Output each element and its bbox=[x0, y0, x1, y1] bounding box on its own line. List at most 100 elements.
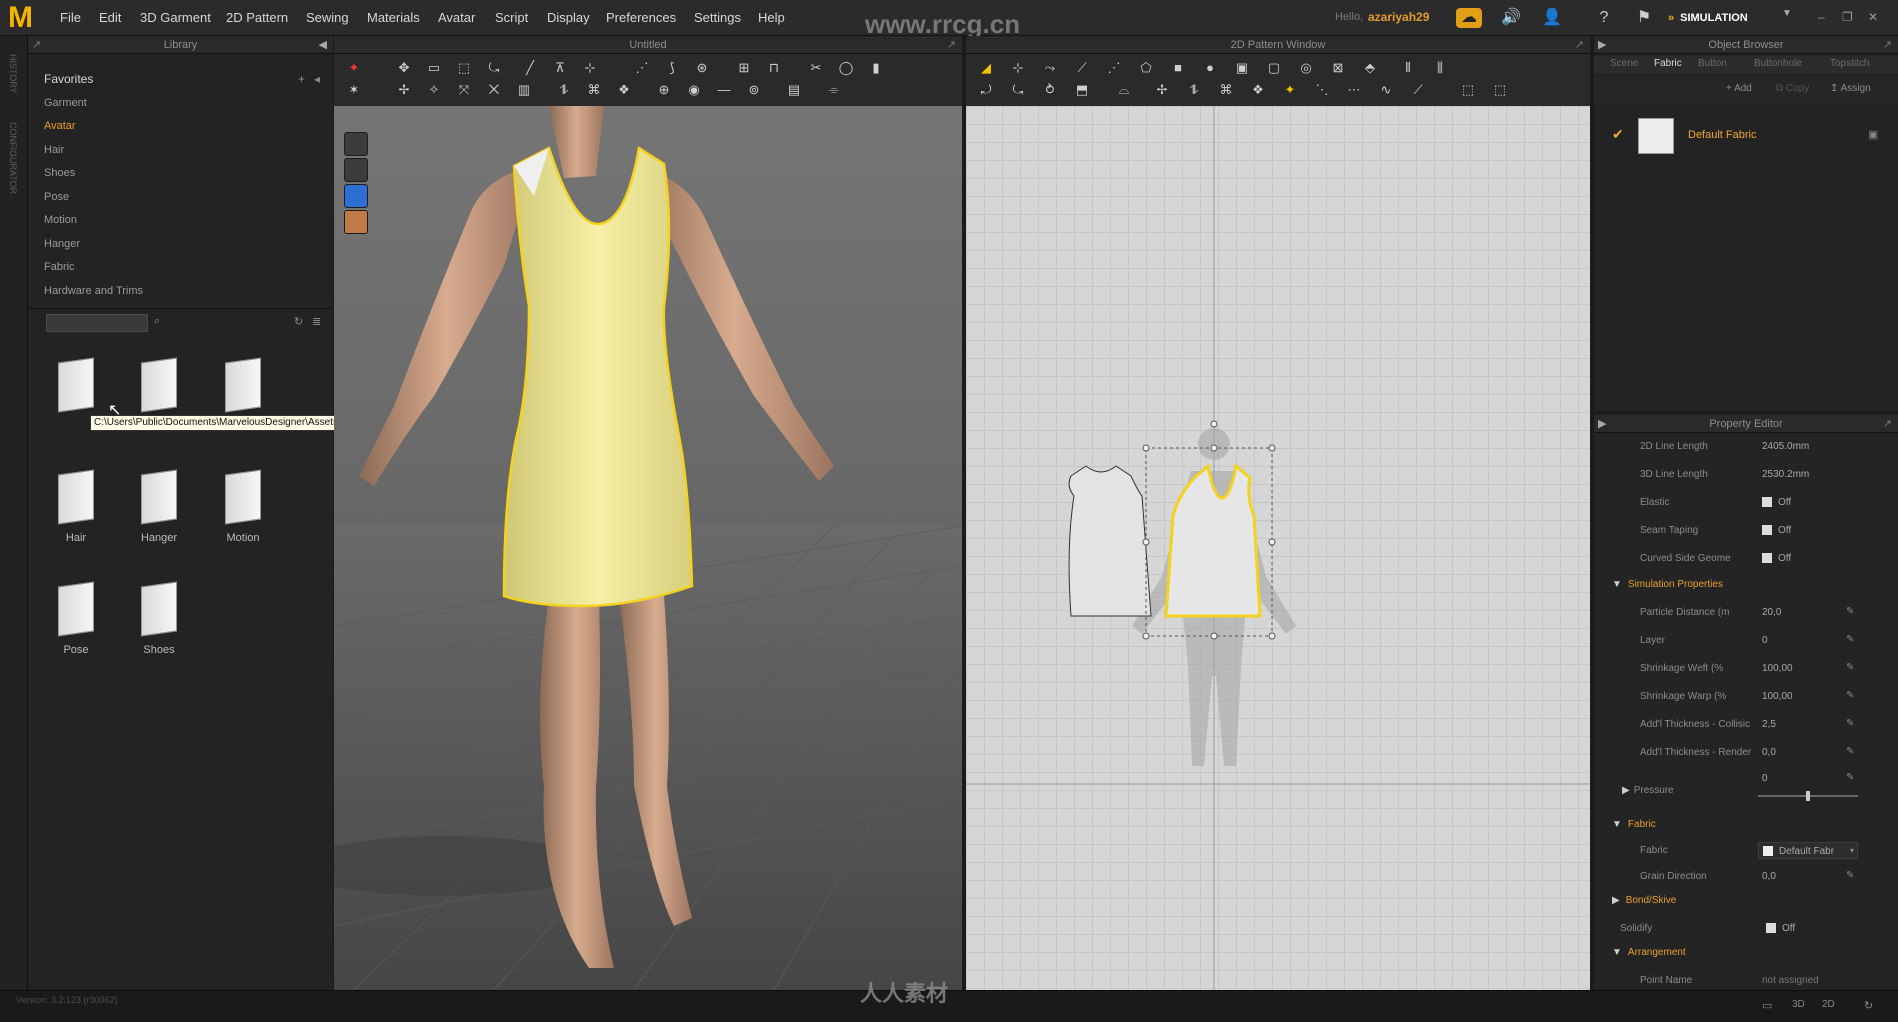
checkbox[interactable] bbox=[1766, 923, 1776, 934]
library-item-pose[interactable]: Pose bbox=[44, 186, 324, 210]
list-view-icon[interactable]: ≣ bbox=[312, 315, 321, 328]
folder-motion[interactable]: Motion bbox=[213, 469, 273, 562]
texture-icon[interactable]: ⌘ bbox=[586, 82, 602, 98]
fold-pleat-icon[interactable]: ⫼ bbox=[1432, 60, 1448, 76]
section-bond-skive[interactable]: ▶ Bond/Skive bbox=[1612, 895, 1676, 906]
seam-allowance-icon[interactable]: ⤾ bbox=[978, 82, 994, 98]
select-icon[interactable]: ✥ bbox=[396, 60, 412, 76]
refresh-icon[interactable]: ↻ bbox=[1864, 999, 1873, 1012]
prop-value[interactable]: 2,5 bbox=[1762, 719, 1776, 730]
history-tab[interactable]: HISTORY bbox=[8, 54, 18, 94]
texture-2d-icon[interactable]: ⌘ bbox=[1218, 82, 1234, 98]
segment-sewing-icon[interactable]: ⌓ bbox=[1116, 82, 1132, 98]
pressure-slider-thumb[interactable] bbox=[1806, 791, 1810, 801]
collapse-arrow-icon[interactable]: ◀ bbox=[319, 36, 327, 54]
speaker-icon[interactable]: 🔊 bbox=[1501, 8, 1521, 28]
fabric-select[interactable]: Default Fabr ▾ bbox=[1758, 842, 1858, 859]
record-icon[interactable]: ▤ bbox=[786, 82, 802, 98]
library-item-motion[interactable]: Motion bbox=[44, 209, 324, 233]
menu-materials[interactable]: Materials bbox=[367, 10, 420, 25]
zipper-icon[interactable]: ⊞ bbox=[736, 60, 752, 76]
arrange-pattern-icon[interactable]: ⤿ bbox=[1010, 82, 1026, 98]
fabric-display-icon[interactable] bbox=[344, 184, 368, 208]
checkbox[interactable] bbox=[1762, 525, 1772, 536]
free-topstitch-icon[interactable]: ∿ bbox=[1378, 82, 1394, 98]
folder-shoes[interactable]: Shoes bbox=[129, 581, 189, 674]
add-point-icon[interactable]: ⋰ bbox=[1106, 60, 1122, 76]
ruler-icon[interactable]: ▮ bbox=[868, 60, 884, 76]
yellow-dress[interactable] bbox=[502, 145, 694, 608]
menu-preferences[interactable]: Preferences bbox=[606, 10, 676, 25]
library-item-avatar[interactable]: Avatar bbox=[44, 115, 324, 139]
tack-icon[interactable]: ⊼ bbox=[552, 60, 568, 76]
hanger-icon[interactable]: ⚑ bbox=[1634, 8, 1654, 28]
tab-buttonhole[interactable]: Buttonhole bbox=[1754, 58, 1802, 69]
single-view-icon[interactable]: ▭ bbox=[1762, 999, 1772, 1012]
menu-2d-pattern[interactable]: 2D Pattern bbox=[226, 10, 288, 25]
pencil-icon[interactable]: ✎ bbox=[1846, 690, 1854, 701]
garment-display-icon[interactable] bbox=[344, 132, 368, 156]
material-icon[interactable]: ❖ bbox=[616, 82, 632, 98]
prop-value[interactable]: 0 bbox=[1762, 635, 1768, 646]
arrange-icon[interactable]: ⤧ bbox=[456, 82, 472, 98]
library-search-input[interactable] bbox=[46, 314, 148, 332]
folder-hair[interactable]: Hair bbox=[46, 469, 106, 562]
copy-fabric-button[interactable]: ⧉ Copy bbox=[1776, 83, 1809, 94]
box-select-icon[interactable]: ▭ bbox=[426, 60, 442, 76]
undock-icon[interactable]: ↗ bbox=[32, 36, 41, 54]
pencil-icon[interactable]: ✎ bbox=[1846, 870, 1854, 881]
undock-icon[interactable]: ↗ bbox=[1883, 415, 1892, 433]
3d-viewport[interactable] bbox=[334, 106, 962, 990]
polygon-icon[interactable]: ⬠ bbox=[1138, 60, 1154, 76]
back-icon[interactable]: ◂ bbox=[314, 72, 320, 86]
library-item-garment[interactable]: Garment bbox=[44, 92, 324, 116]
add-fabric-button[interactable]: + Add bbox=[1726, 83, 1752, 94]
ruler-2d-icon[interactable]: ⟋ bbox=[1410, 82, 1426, 98]
folder-item[interactable] bbox=[213, 357, 273, 450]
fold-icon[interactable]: ⤿ bbox=[486, 60, 502, 76]
section-arrangement[interactable]: ▼ Arrangement bbox=[1612, 947, 1686, 958]
pencil-icon[interactable]: ✎ bbox=[1846, 606, 1854, 617]
restore-icon[interactable]: ❐ bbox=[1842, 10, 1853, 24]
simulation-dropdown-icon[interactable]: ▼ bbox=[1782, 8, 1792, 19]
library-item-hanger[interactable]: Hanger bbox=[44, 233, 324, 257]
assign-fabric-button[interactable]: ↥ Assign bbox=[1830, 83, 1871, 94]
pencil-icon[interactable]: ✎ bbox=[1846, 718, 1854, 729]
library-item-shoes[interactable]: Shoes bbox=[44, 162, 324, 186]
section-fabric[interactable]: ▼ Fabric bbox=[1612, 819, 1656, 830]
2d-pattern-canvas[interactable] bbox=[966, 106, 1590, 990]
skin-display-icon[interactable] bbox=[344, 210, 368, 234]
strengthen-icon[interactable]: ⨉ bbox=[486, 82, 502, 98]
stitch-icon[interactable]: ⋰ bbox=[634, 60, 650, 76]
edit-point-icon[interactable]: ⊹ bbox=[1010, 60, 1026, 76]
search-icon[interactable]: ⌕ bbox=[154, 315, 160, 328]
curvature-icon[interactable]: ⟋ bbox=[1074, 60, 1090, 76]
trace-icon[interactable]: ⬘ bbox=[1362, 60, 1378, 76]
button-tool-icon[interactable]: ⊛ bbox=[694, 60, 710, 76]
seam-taping-toggle[interactable]: Off bbox=[1762, 525, 1791, 536]
material-2d-icon[interactable]: ❖ bbox=[1250, 82, 1266, 98]
add-favorite-icon[interactable]: + bbox=[298, 72, 305, 86]
tab-topstitch[interactable]: Topstitch bbox=[1830, 58, 1869, 69]
front-pattern-piece[interactable] bbox=[1068, 465, 1152, 617]
pin-icon[interactable]: ⊹ bbox=[582, 60, 598, 76]
segment-topstitch-icon[interactable]: ⋯ bbox=[1346, 82, 1362, 98]
brush-icon[interactable]: ⥮ bbox=[556, 82, 572, 98]
menu-display[interactable]: Display bbox=[547, 10, 590, 25]
undock-icon[interactable]: ↗ bbox=[1883, 36, 1892, 54]
pencil-icon[interactable]: ✎ bbox=[1846, 634, 1854, 645]
help-icon[interactable]: ? bbox=[1594, 8, 1614, 28]
menu-edit[interactable]: Edit bbox=[99, 10, 121, 25]
measure-icon[interactable]: ✂ bbox=[808, 60, 824, 76]
configurator-tab[interactable]: CONFIGURATOR bbox=[8, 122, 18, 194]
transform-icon[interactable]: ⬚ bbox=[456, 60, 472, 76]
minimize-icon[interactable]: – bbox=[1818, 10, 1825, 24]
section-simulation-properties[interactable]: ▼ Simulation Properties bbox=[1612, 579, 1723, 590]
seam-icon[interactable]: ⟆ bbox=[664, 60, 680, 76]
menu-file[interactable]: File bbox=[60, 10, 81, 25]
button-icon[interactable]: ◉ bbox=[686, 82, 702, 98]
solidify-toggle[interactable]: Off bbox=[1766, 923, 1795, 934]
prop-value[interactable]: 100,00 bbox=[1762, 691, 1793, 702]
cloud-icon[interactable]: ☁ bbox=[1456, 8, 1482, 28]
curved-side-toggle[interactable]: Off bbox=[1762, 553, 1791, 564]
